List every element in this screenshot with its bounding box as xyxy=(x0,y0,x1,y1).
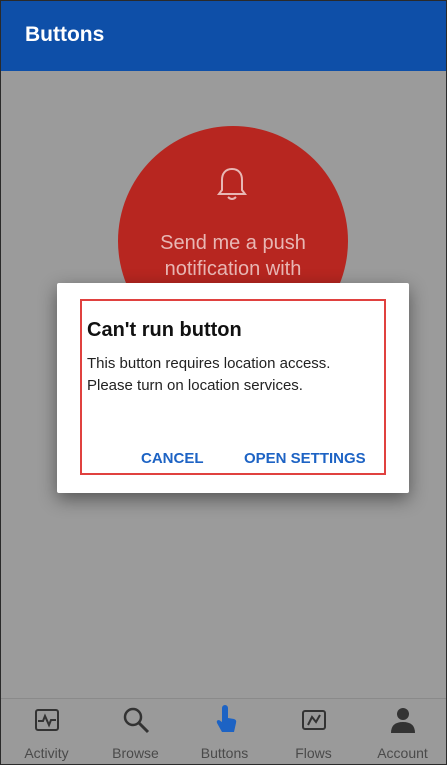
dialog-title: Can't run button xyxy=(87,319,242,341)
page-title: Buttons xyxy=(25,23,105,46)
app-header: Buttons xyxy=(1,1,446,71)
activity-icon xyxy=(35,709,59,731)
open-settings-button[interactable]: OPEN SETTINGS xyxy=(244,450,366,467)
dialog-message-line2: Please turn on location services. xyxy=(87,377,303,394)
tab-buttons[interactable]: Buttons xyxy=(180,699,269,764)
app-frame: Buttons Send me a push notification with… xyxy=(0,0,447,765)
tab-activity[interactable]: Activity xyxy=(2,699,91,764)
tab-label-browse: Browse xyxy=(112,745,159,761)
cancel-button[interactable]: CANCEL xyxy=(141,450,204,467)
dialog-message-line1: This button requires location access. xyxy=(87,355,331,372)
tab-label-buttons: Buttons xyxy=(200,745,249,761)
cant-run-dialog: Can't run button This button requires lo… xyxy=(57,283,409,493)
flow-button-label-line2: notification with xyxy=(164,258,302,280)
dialog-message: This button requires location access. Pl… xyxy=(87,353,387,397)
tab-label-activity: Activity xyxy=(24,745,69,761)
flows-icon xyxy=(302,710,326,730)
flow-button-label: Send me a push notification with xyxy=(118,230,348,282)
tab-account[interactable]: Account xyxy=(358,699,446,764)
touch-icon xyxy=(216,705,237,732)
tab-browse[interactable]: Browse xyxy=(91,699,180,764)
flow-button-label-line1: Send me a push xyxy=(160,232,306,254)
bottom-tab-bar: Activity Browse Buttons Flows Account xyxy=(1,698,446,764)
bell-icon xyxy=(217,167,247,200)
tab-label-flows: Flows xyxy=(295,745,332,761)
search-icon xyxy=(123,707,150,734)
person-icon xyxy=(391,708,415,733)
tab-flows[interactable]: Flows xyxy=(269,699,358,764)
tab-label-account: Account xyxy=(377,745,428,761)
